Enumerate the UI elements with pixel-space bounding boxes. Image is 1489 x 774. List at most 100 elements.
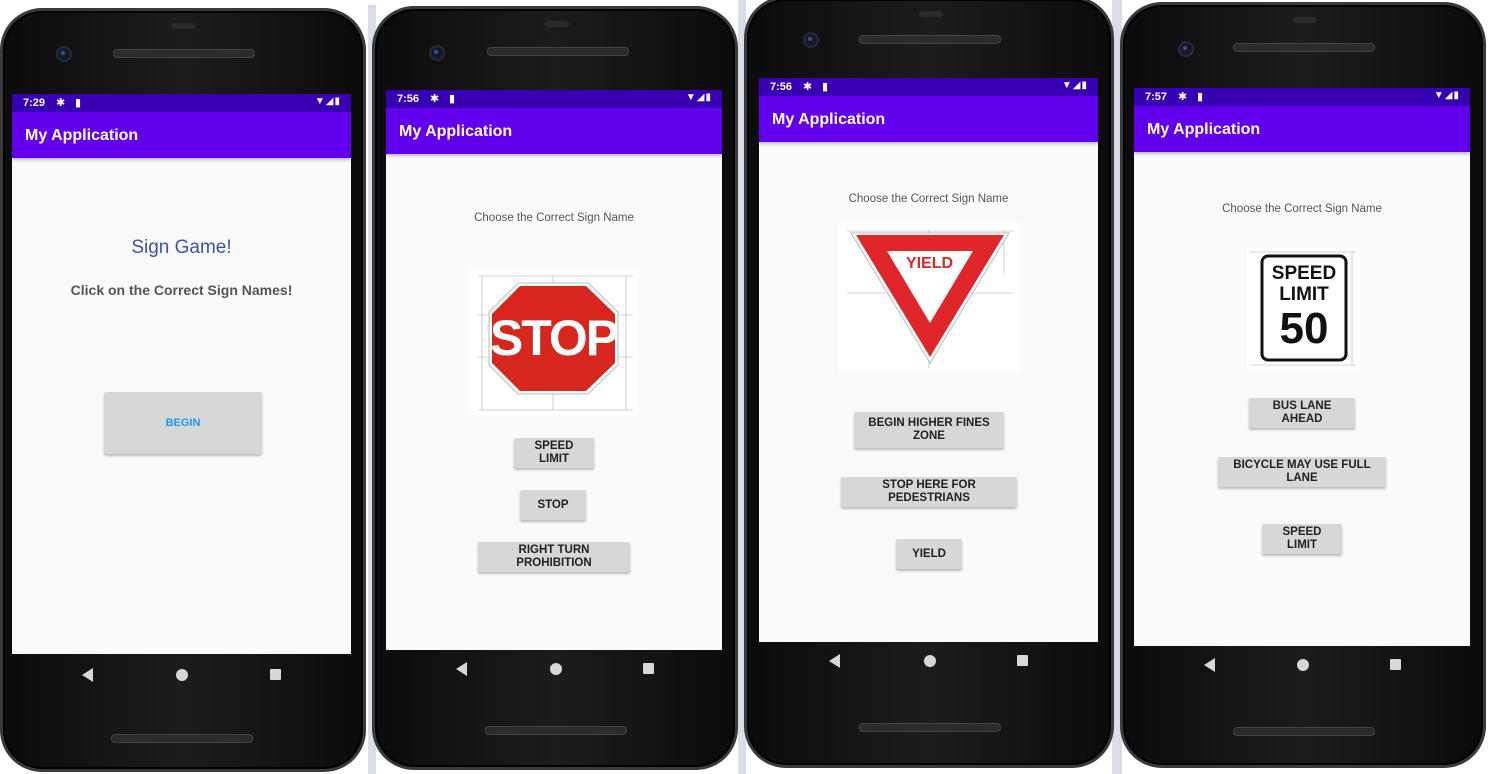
status-icons: ▼◢▮ — [1434, 90, 1460, 101]
nav-bar — [759, 642, 1098, 682]
front-camera — [429, 45, 445, 61]
option-button-1[interactable]: SPEED LIMIT — [514, 438, 594, 468]
phone-frame-2: 7:56 ✱ ▮ ▼◢▮ My Application Choose the C… — [372, 6, 738, 770]
option-button-label: SPEED LIMIT — [1282, 526, 1322, 551]
status-icons: ▼◢▮ — [1062, 80, 1088, 91]
option-button-3[interactable]: RIGHT TURN PROHIBITION — [478, 542, 630, 572]
app-title: My Application — [25, 127, 139, 144]
option-button-label: YIELD — [912, 547, 946, 560]
sign-text-line-3: 50 — [1279, 304, 1329, 353]
app-bar: My Application — [386, 108, 722, 154]
app-bar: My Application — [759, 96, 1098, 142]
nav-bar — [1134, 646, 1470, 686]
battery-icon: ▮ — [334, 96, 341, 107]
app-bar: My Application — [1134, 106, 1470, 152]
prompt-text: Choose the Correct Sign Name — [474, 212, 634, 224]
wifi-icon: ▼ — [1061, 80, 1073, 91]
app-title: My Application — [399, 123, 513, 140]
sd-card-icon: ▮ — [1197, 91, 1204, 103]
gear-icon: ✱ — [430, 93, 440, 105]
battery-icon: ▮ — [1081, 80, 1088, 91]
front-camera — [803, 32, 819, 48]
option-button-2[interactable]: BICYCLE MAY USE FULL LANE — [1218, 457, 1386, 487]
option-button-label: STOP HERE FOR PEDESTRIANS — [882, 479, 976, 504]
prompt-text: Choose the Correct Sign Name — [848, 193, 1009, 205]
option-button-3[interactable]: SPEED LIMIT — [1262, 524, 1342, 554]
option-button-label: BUS LANE AHEAD — [1272, 400, 1332, 425]
gear-icon: ✱ — [803, 81, 813, 93]
game-instructions: Click on the Correct Sign Names! — [70, 282, 293, 298]
phone-frame-1: 7:29 ✱ ▮ ▼◢▮ My Application Sign Game! C… — [0, 8, 366, 772]
recents-icon[interactable] — [270, 669, 281, 680]
screen: 7:56 ✱ ▮ ▼◢▮ My Application Choose the C… — [386, 90, 722, 650]
option-button-label: BICYCLE MAY USE FULL LANE — [1233, 459, 1371, 484]
app-title: My Application — [772, 111, 886, 128]
top-speaker — [1233, 43, 1375, 52]
top-speaker — [859, 35, 1001, 44]
option-button-label: STOP — [537, 498, 569, 511]
prompt-text: Choose the Correct Sign Name — [1222, 203, 1382, 215]
top-speaker — [487, 47, 629, 56]
gear-icon: ✱ — [1178, 91, 1188, 103]
yield-sign-text: YIELD — [905, 255, 954, 272]
status-time: 7:56 — [770, 81, 793, 93]
sign-text-line-1: SPEED — [1271, 263, 1337, 284]
nav-bar — [386, 650, 722, 690]
sd-card-icon: ▮ — [449, 93, 456, 105]
phone-frame-3: 7:56 ✱ ▮ ▼◢▮ My Application Choose the C… — [744, 0, 1114, 768]
home-icon[interactable] — [550, 663, 562, 675]
bottom-speaker — [485, 726, 627, 735]
recents-icon[interactable] — [1390, 659, 1401, 670]
status-time: 7:29 — [23, 97, 46, 109]
option-button-1[interactable]: BUS LANE AHEAD — [1249, 398, 1355, 428]
sd-card-icon: ▮ — [822, 81, 829, 93]
back-icon[interactable] — [1204, 658, 1215, 672]
sensor-notch — [545, 21, 569, 27]
battery-icon: ▮ — [705, 92, 712, 103]
phone-frame-4: 7:57 ✱ ▮ ▼◢▮ My Application Choose the C… — [1120, 2, 1486, 768]
bottom-speaker — [111, 734, 253, 743]
begin-button[interactable]: BEGIN — [104, 392, 262, 454]
yield-sign-image: YIELD — [839, 223, 1020, 371]
home-icon[interactable] — [924, 655, 936, 667]
status-time: 7:56 — [397, 93, 420, 105]
battery-icon: ▮ — [1453, 90, 1460, 101]
recents-icon[interactable] — [1017, 655, 1028, 666]
status-icons: ▼◢▮ — [686, 92, 712, 103]
begin-button-label: BEGIN — [165, 416, 201, 429]
sensor-notch — [1293, 17, 1317, 23]
status-bar: 7:56 ✱ ▮ ▼◢▮ — [386, 90, 722, 108]
status-time: 7:57 — [1145, 91, 1168, 103]
option-button-label: SPEED LIMIT — [534, 440, 574, 465]
back-icon[interactable] — [456, 662, 467, 676]
status-bar: 7:29 ✱ ▮ ▼◢▮ — [12, 94, 351, 112]
option-button-3[interactable]: YIELD — [896, 539, 962, 569]
speed-limit-sign-image: SPEED LIMIT 50 — [1246, 248, 1360, 369]
option-button-label: RIGHT TURN PROHIBITION — [516, 544, 592, 569]
screen: 7:29 ✱ ▮ ▼◢▮ My Application Sign Game! C… — [12, 94, 351, 654]
option-button-2[interactable]: STOP HERE FOR PEDESTRIANS — [841, 477, 1017, 507]
status-icons: ▼◢▮ — [315, 96, 341, 107]
app-title: My Application — [1147, 121, 1261, 138]
wifi-icon: ▼ — [1433, 90, 1445, 101]
home-icon[interactable] — [176, 669, 188, 681]
option-button-2[interactable]: STOP — [520, 490, 586, 520]
status-bar: 7:56 ✱ ▮ ▼◢▮ — [759, 78, 1098, 96]
stop-sign-text: STOP — [489, 310, 619, 366]
wifi-icon: ▼ — [685, 92, 697, 103]
screen: 7:57 ✱ ▮ ▼◢▮ My Application Choose the C… — [1134, 88, 1470, 646]
sensor-notch — [919, 11, 943, 17]
option-button-1[interactable]: BEGIN HIGHER FINES ZONE — [854, 412, 1004, 448]
home-icon[interactable] — [1297, 659, 1309, 671]
bottom-speaker — [859, 723, 1001, 732]
back-icon[interactable] — [829, 654, 840, 668]
sensor-notch — [171, 23, 195, 29]
recents-icon[interactable] — [643, 663, 654, 674]
status-bar: 7:57 ✱ ▮ ▼◢▮ — [1134, 88, 1470, 106]
nav-bar — [12, 654, 351, 694]
option-button-label: BEGIN HIGHER FINES ZONE — [868, 417, 990, 442]
top-speaker — [113, 49, 255, 58]
back-icon[interactable] — [82, 668, 93, 682]
sign-text-line-2: LIMIT — [1279, 284, 1329, 305]
front-camera — [1178, 41, 1194, 57]
